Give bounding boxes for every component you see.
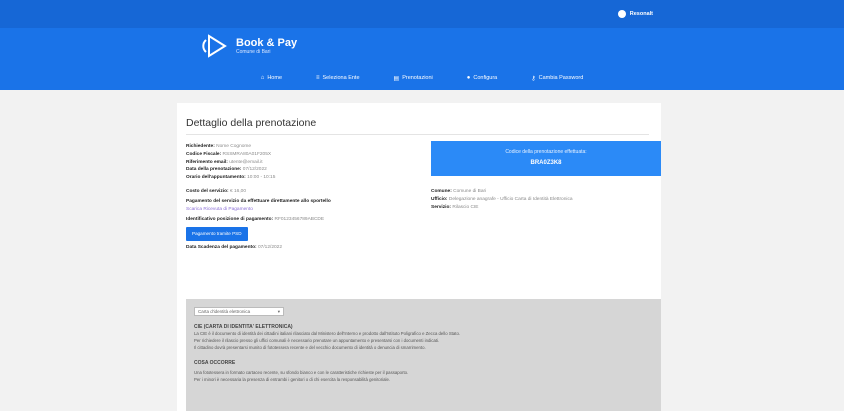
logo-title: Book & Pay bbox=[236, 36, 298, 49]
user-icon: ● bbox=[466, 75, 471, 81]
chevron-down-icon: ▾ bbox=[277, 308, 280, 314]
cost-row: Costo del servizio: € 16,00 bbox=[186, 188, 426, 196]
info-label: Comune: bbox=[431, 189, 452, 194]
expiry-value: 07/12/2022 bbox=[257, 244, 282, 250]
detail-label: Orario dell'appuntamento: bbox=[186, 175, 246, 181]
nav-item-home[interactable]: ⌂ Home bbox=[244, 72, 299, 84]
calendar-icon: ▤ bbox=[393, 75, 400, 82]
panel-heading: CIE (CARTA DI IDENTITA' ELETTRONICA) bbox=[194, 324, 293, 330]
nav-label: Cambia Password bbox=[538, 75, 584, 81]
payment-receipt-link-row: Scarica Ricevuta di Pagamento bbox=[186, 206, 426, 214]
logo-subtitle: Comune di Bari bbox=[236, 48, 271, 55]
panel-paragraph: Il cittadino dovrà presentarsi munito di… bbox=[194, 344, 426, 350]
nav-item-cambia-password[interactable]: ⚷ Cambia Password bbox=[514, 72, 600, 84]
user-label: Resonalt bbox=[629, 11, 653, 17]
detail-row: Codice Fiscale: RSSMRA80A01F205X bbox=[186, 151, 426, 159]
nav-label: Home bbox=[267, 75, 282, 81]
info-row: Comune: Comune di Bari bbox=[431, 188, 661, 196]
nav-item-seleziona-ente[interactable]: ≡ Seleziona Ente bbox=[299, 72, 377, 84]
panel-paragraph: Per richiedere il rilascio presso gli uf… bbox=[194, 337, 440, 343]
app-logo[interactable]: Book & Pay Comune di Bari bbox=[198, 34, 297, 58]
detail-row: Orario dell'appuntamento: 10:00 - 10:15 bbox=[186, 174, 426, 182]
detail-label: Data della prenotazione: bbox=[186, 167, 242, 173]
iuv-value: RF0123456789ABCDE bbox=[274, 217, 325, 223]
main-nav: ⌂ Home ≡ Seleziona Ente ▤ Prenotazioni ●… bbox=[0, 72, 844, 84]
pay-psd-button[interactable]: Pagamento tramite PSD bbox=[186, 227, 248, 241]
nav-item-prenotazioni[interactable]: ▤ Prenotazioni bbox=[377, 72, 450, 84]
nav-item-configura[interactable]: ● Configura bbox=[450, 72, 514, 84]
detail-value: Nome Cognome bbox=[216, 144, 252, 149]
iuv-label: Identificativo posizione di pagamento: bbox=[186, 217, 274, 223]
office-info: Comune: Comune di Bari Ufficio: Delegazi… bbox=[431, 188, 661, 211]
booking-code-box: Codice della prenotazione effettuata: BR… bbox=[431, 141, 661, 176]
iuv-row: Identificativo posizione di pagamento: R… bbox=[186, 216, 426, 224]
info-row: Ufficio: Delegazione anagrafe - Ufficio … bbox=[431, 196, 661, 204]
cost-label: Costo del servizio: bbox=[186, 188, 229, 194]
header-top-bar: Resonalt bbox=[0, 0, 844, 28]
main-content: Dettaglio della prenotazione Richiedente… bbox=[177, 103, 661, 411]
expiry-label: Data Scadenza del pagamento: bbox=[186, 244, 257, 250]
home-icon: ⌂ bbox=[260, 75, 265, 81]
detail-value: utente@email.it bbox=[229, 159, 263, 165]
panel-heading: COSA OCCORRE bbox=[194, 360, 236, 367]
list-icon: ≡ bbox=[316, 75, 320, 81]
nav-label: Configura bbox=[473, 75, 498, 81]
header: Resonalt Book & Pay Comune di Bari ⌂ Hom… bbox=[0, 0, 844, 90]
title-divider bbox=[186, 134, 649, 135]
detail-label: Riferimento email: bbox=[186, 159, 228, 165]
payment-note: Pagamento del servizio da effettuare dir… bbox=[186, 198, 331, 204]
detail-value: RSSMRA80A01F205X bbox=[222, 151, 272, 157]
user-icon bbox=[617, 10, 626, 18]
cost-value: € 16,00 bbox=[230, 188, 247, 194]
panel-paragraph: La CIE è il documento di identità dei ci… bbox=[194, 331, 461, 336]
info-label: Ufficio: bbox=[431, 196, 448, 202]
service-select[interactable]: Carta d'identità elettronica ▾ bbox=[194, 307, 284, 316]
info-label: Servizio: bbox=[431, 204, 451, 210]
nav-label: Prenotazioni bbox=[402, 75, 433, 81]
service-select-value: Carta d'identità elettronica bbox=[198, 309, 251, 314]
info-value: Comune di Bari bbox=[453, 189, 487, 194]
service-info-panel: Carta d'identità elettronica ▾ CIE (CART… bbox=[186, 299, 661, 411]
detail-row: Riferimento email: utente@email.it bbox=[186, 159, 426, 167]
booking-details: Richiedente: Nome Cognome Codice Fiscale… bbox=[186, 143, 426, 252]
panel-paragraph: Per i minori è necessaria la presenza di… bbox=[194, 377, 391, 383]
booking-code-label: Codice della prenotazione effettuata: bbox=[505, 149, 587, 155]
panel-paragraph: Una fototessera in formato cartaceo rece… bbox=[194, 370, 409, 376]
page-title: Dettaglio della prenotazione bbox=[186, 117, 317, 129]
detail-value: 07/12/2022 bbox=[242, 167, 267, 173]
info-value: Rilascio CIE bbox=[452, 204, 479, 210]
logo-icon bbox=[202, 34, 227, 58]
booking-code: BRA0Z3K8 bbox=[530, 160, 562, 166]
payment-receipt-link[interactable]: Scarica Ricevuta di Pagamento bbox=[186, 207, 253, 212]
detail-label: Richiedente: bbox=[186, 144, 215, 149]
info-row: Servizio: Rilascio CIE bbox=[431, 204, 661, 212]
user-menu-button[interactable]: Resonalt bbox=[615, 7, 658, 21]
expiry-row: Data Scadenza del pagamento: 07/12/2022 bbox=[186, 244, 426, 252]
key-icon: ⚷ bbox=[531, 75, 536, 82]
detail-value: 10:00 - 10:15 bbox=[247, 175, 276, 181]
nav-label: Seleziona Ente bbox=[322, 75, 360, 81]
detail-row: Richiedente: Nome Cognome bbox=[186, 143, 426, 151]
info-value: Delegazione anagrafe - Ufficio Carta di … bbox=[448, 196, 573, 202]
detail-row: Data della prenotazione: 07/12/2022 bbox=[186, 166, 426, 174]
detail-label: Codice Fiscale: bbox=[186, 151, 222, 157]
